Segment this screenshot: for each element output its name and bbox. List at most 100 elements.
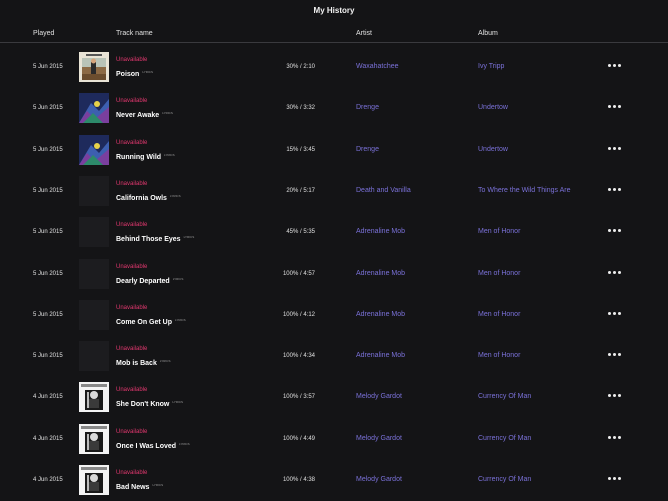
- album-link[interactable]: Ivy Tripp: [478, 63, 504, 70]
- track-name[interactable]: Dearly Departed: [116, 278, 170, 285]
- unavailable-label: Unavailable: [116, 346, 148, 353]
- ivy-tripp-cover[interactable]: [79, 52, 109, 82]
- album-link[interactable]: Currency Of Man: [478, 476, 531, 483]
- track-name[interactable]: Poison: [116, 71, 139, 78]
- table-row[interactable]: 5 Jun 2015 Unavailable Never Awake LYRICS 30…: [0, 88, 668, 129]
- more-options-icon[interactable]: [606, 143, 622, 153]
- explicit-badge: LYRICS: [183, 235, 195, 240]
- play-progress: 45% / 5:35: [286, 229, 315, 236]
- played-date: 5 Jun 2015: [33, 229, 63, 236]
- explicit-badge: LYRICS: [172, 276, 184, 281]
- artist-link[interactable]: Adrenaline Mob: [356, 311, 405, 318]
- more-options-icon[interactable]: [606, 60, 622, 70]
- album-link[interactable]: To Where the Wild Things Are: [478, 187, 570, 194]
- album-link[interactable]: Men of Honor: [478, 228, 520, 235]
- table-row[interactable]: 4 Jun 2015 Unavailable Once I Was Loved LYR…: [0, 419, 668, 460]
- table-row[interactable]: 5 Jun 2015 Unavailable Running Wild LYRICS 1…: [0, 130, 668, 171]
- table-row[interactable]: 5 Jun 2015 Unavailable Dearly Departed LYRI…: [0, 254, 668, 295]
- track-name[interactable]: Never Awake: [116, 112, 159, 119]
- explicit-badge: LYRICS: [159, 359, 171, 364]
- explicit-badge: LYRICS: [179, 441, 190, 446]
- more-options-icon[interactable]: [606, 308, 622, 318]
- track-cell: Unavailable Come On Get Up LYRICS: [116, 305, 186, 329]
- more-options-icon[interactable]: [606, 225, 622, 235]
- album-link[interactable]: Men of Honor: [478, 270, 520, 277]
- album-link[interactable]: Undertow: [478, 146, 508, 153]
- more-options-icon[interactable]: [606, 184, 622, 194]
- blank-cover[interactable]: [79, 217, 109, 248]
- artist-link[interactable]: Drenge: [356, 146, 379, 153]
- unavailable-label: Unavailable: [116, 304, 148, 311]
- undertow-cover[interactable]: [79, 134, 109, 165]
- more-options-icon[interactable]: [606, 390, 622, 400]
- more-options-icon[interactable]: [606, 473, 622, 483]
- table-row[interactable]: 5 Jun 2015 Unavailable Mob is Back LYRICS 10…: [0, 336, 668, 377]
- currency-of-man-cover[interactable]: [79, 382, 109, 413]
- play-progress: 20% / 5:17: [286, 187, 315, 194]
- track-name[interactable]: California Owls: [116, 195, 167, 202]
- artist-link[interactable]: Melody Gardot: [356, 476, 402, 483]
- track-name[interactable]: Once I Was Loved: [116, 443, 176, 450]
- album-link[interactable]: Men of Honor: [478, 352, 520, 359]
- table-row[interactable]: 4 Jun 2015 Unavailable She Don't Know LYRIC…: [0, 377, 668, 418]
- explicit-badge: LYRICS: [172, 400, 184, 405]
- track-cell: Unavailable She Don't Know LYRICS: [116, 387, 183, 411]
- unavailable-label: Unavailable: [116, 57, 148, 63]
- track-name[interactable]: Come On Get Up: [116, 319, 172, 326]
- blank-cover[interactable]: [79, 299, 109, 330]
- artist-link[interactable]: Drenge: [356, 104, 379, 111]
- table-row[interactable]: 5 Jun 2015 Unavailable California Owls LYRI…: [0, 171, 668, 212]
- unavailable-label: Unavailable: [116, 222, 148, 229]
- unavailable-label: Unavailable: [116, 470, 148, 476]
- column-header-played[interactable]: Played: [33, 30, 54, 37]
- artist-link[interactable]: Adrenaline Mob: [356, 228, 405, 235]
- album-link[interactable]: Currency Of Man: [478, 435, 531, 442]
- track-name[interactable]: Bad News: [116, 484, 149, 491]
- explicit-badge: LYRICS: [164, 152, 175, 157]
- play-progress: 15% / 3:45: [286, 146, 315, 153]
- page-title: My History: [313, 6, 355, 15]
- more-options-icon[interactable]: [606, 267, 622, 277]
- explicit-badge: LYRICS: [152, 483, 164, 487]
- played-date: 5 Jun 2015: [33, 353, 63, 360]
- table-row[interactable]: 5 Jun 2015 Unavailable Behind Those Eyes LY…: [0, 212, 668, 253]
- blank-cover[interactable]: [79, 341, 109, 372]
- artist-link[interactable]: Adrenaline Mob: [356, 352, 405, 359]
- track-cell: Unavailable Poison LYRICS: [116, 57, 153, 81]
- album-link[interactable]: Undertow: [478, 104, 508, 111]
- more-options-icon[interactable]: [606, 101, 622, 111]
- column-header-artist[interactable]: Artist: [356, 30, 372, 37]
- column-header-track[interactable]: Track name: [116, 30, 153, 37]
- more-options-icon[interactable]: [606, 349, 622, 359]
- table-header: Played Track name Artist Album: [0, 26, 668, 43]
- table-row[interactable]: 5 Jun 2015 Unavailable Poison LYRICS 30% / 2…: [0, 47, 668, 88]
- currency-of-man-cover[interactable]: [79, 465, 109, 495]
- track-cell: Unavailable Once I Was Loved LYRICS: [116, 429, 190, 453]
- blank-cover[interactable]: [79, 258, 109, 289]
- artist-link[interactable]: Melody Gardot: [356, 435, 402, 442]
- play-progress: 100% / 4:49: [282, 435, 315, 442]
- track-name[interactable]: Running Wild: [116, 154, 161, 161]
- unavailable-label: Unavailable: [116, 387, 148, 394]
- artist-link[interactable]: Melody Gardot: [356, 393, 402, 400]
- play-progress: 30% / 3:32: [286, 105, 315, 112]
- track-name[interactable]: Mob is Back: [116, 360, 157, 367]
- artist-link[interactable]: Death and Vanilla: [356, 187, 411, 194]
- played-date: 5 Jun 2015: [33, 270, 63, 277]
- table-row[interactable]: 5 Jun 2015 Unavailable Come On Get Up LYRIC…: [0, 295, 668, 336]
- table-row[interactable]: 4 Jun 2015 Unavailable Bad News LYRICS 100% …: [0, 460, 668, 501]
- track-cell: Unavailable Running Wild LYRICS: [116, 140, 175, 164]
- more-options-icon[interactable]: [606, 432, 622, 442]
- undertow-cover[interactable]: [79, 93, 109, 124]
- column-header-album[interactable]: Album: [478, 30, 498, 37]
- album-link[interactable]: Men of Honor: [478, 311, 520, 318]
- unavailable-label: Unavailable: [116, 428, 148, 435]
- currency-of-man-cover[interactable]: [79, 423, 109, 454]
- blank-cover[interactable]: [79, 175, 109, 206]
- track-name[interactable]: Behind Those Eyes: [116, 236, 181, 243]
- album-link[interactable]: Currency Of Man: [478, 393, 531, 400]
- track-name[interactable]: She Don't Know: [116, 401, 169, 408]
- played-date: 4 Jun 2015: [33, 477, 63, 483]
- artist-link[interactable]: Adrenaline Mob: [356, 270, 405, 277]
- artist-link[interactable]: Waxahatchee: [356, 63, 399, 70]
